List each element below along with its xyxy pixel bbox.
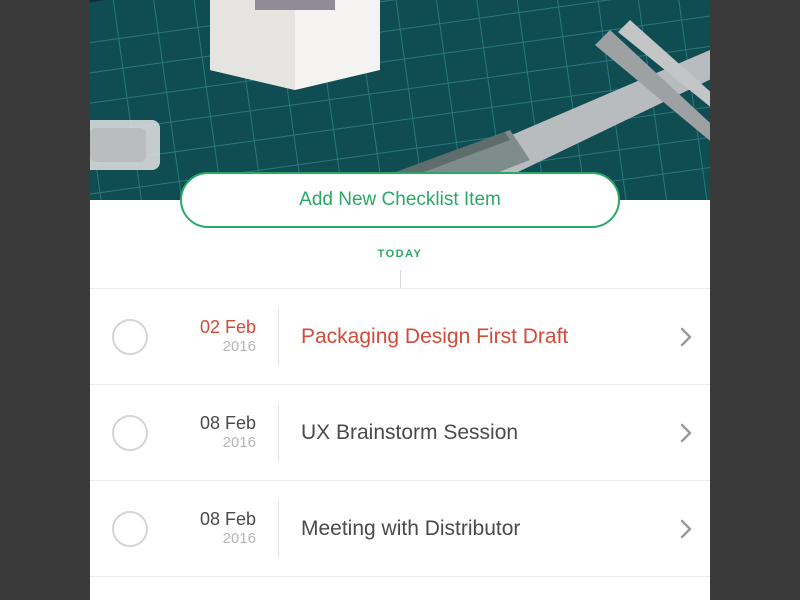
item-title: Packaging Design First Draft: [301, 325, 680, 349]
hero-image: [90, 0, 710, 200]
date-column: 02 Feb2016: [166, 316, 256, 357]
row-divider: [278, 501, 279, 557]
today-tick: [400, 270, 401, 288]
checkbox-circle[interactable]: [112, 511, 148, 547]
content-area: Add New Checklist Item TODAY 02 Feb2016P…: [90, 200, 710, 577]
chevron-right-icon: [680, 423, 692, 443]
item-title: UX Brainstorm Session: [301, 421, 680, 445]
row-divider: [278, 309, 279, 365]
date-text: 08 Feb: [166, 412, 256, 435]
date-year: 2016: [166, 338, 256, 357]
checklist-row[interactable]: 08 Feb2016 UX Brainstorm Session: [90, 385, 710, 481]
date-column: 08 Feb2016: [166, 412, 256, 453]
date-year: 2016: [166, 530, 256, 549]
checkbox-circle[interactable]: [112, 319, 148, 355]
checkbox-circle[interactable]: [112, 415, 148, 451]
chevron-right-icon: [680, 519, 692, 539]
date-column: 08 Feb2016: [166, 508, 256, 549]
item-title: Meeting with Distributor: [301, 517, 680, 541]
date-text: 08 Feb: [166, 508, 256, 531]
add-checklist-label: Add New Checklist Item: [299, 189, 501, 211]
checklist: 02 Feb2016Packaging Design First Draft08…: [90, 288, 710, 577]
date-year: 2016: [166, 434, 256, 453]
date-text: 02 Feb: [166, 316, 256, 339]
checklist-row[interactable]: 02 Feb2016 Packaging Design First Draft: [90, 289, 710, 385]
chevron-right-icon: [680, 327, 692, 347]
checklist-row[interactable]: 08 Feb2016 Meeting with Distributor: [90, 481, 710, 577]
row-divider: [278, 405, 279, 461]
add-checklist-button[interactable]: Add New Checklist Item: [180, 172, 620, 228]
hero-illustration: [90, 0, 710, 200]
app-screen: Add New Checklist Item TODAY 02 Feb2016P…: [90, 0, 710, 600]
